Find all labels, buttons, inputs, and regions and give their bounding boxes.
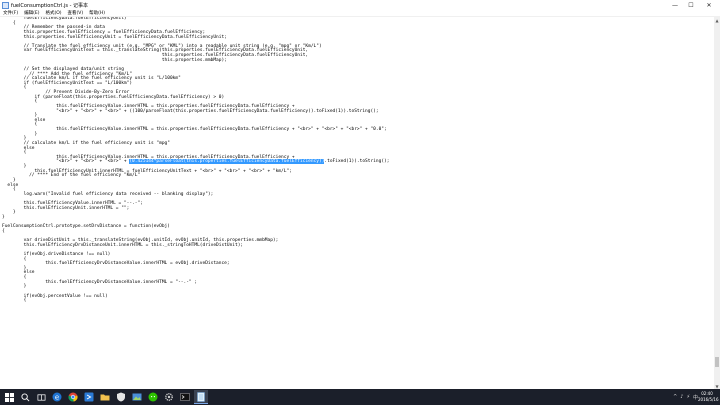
minimize-button[interactable]: — — [668, 0, 682, 10]
shield-icon[interactable] — [114, 390, 128, 404]
scrollbar-thumb[interactable] — [715, 357, 719, 367]
system-tray: ^ ♪ ⚡ 中 — [670, 389, 698, 405]
code-line-text: } — [2, 284, 27, 290]
close-button[interactable]: ✕ — [702, 0, 716, 10]
code-line-text: "<br>" + "<br>" + "<br>" + ((100/parseFl… — [2, 108, 379, 114]
text-editor-area[interactable]: fuelEfficiencyData.fuelEfficiencyUnit) {… — [0, 17, 714, 389]
code-line-text: this.fuelEfficiencyUnit.innerHTML = ""; — [2, 205, 130, 211]
code-line-text: log.warn("Invalid fuel efficiency data r… — [2, 191, 214, 197]
taskbar: e ^ ♪ ⚡ 中 02:40 2016/5/16 — [0, 389, 720, 405]
window-title: fuelConsumptionCtrl.js - 记事本 — [11, 2, 88, 9]
scroll-up-arrow-icon[interactable]: ▲ — [714, 17, 720, 23]
settings-icon[interactable] — [162, 390, 176, 404]
task-view-icon[interactable] — [34, 390, 48, 404]
code-line-text: this.fuelEfficiencyDrvDistanceValue.inne… — [2, 261, 230, 267]
code-line-text: // **** End of the fuel efficiency "Km/L… — [2, 173, 141, 179]
code-line-text: this.fuelEfficiencyDrvDistanceValue.inne… — [2, 279, 198, 285]
code-line-text: FuelConsumptionCtrl.prototype.setDrvDist… — [2, 224, 170, 230]
system-clock[interactable]: 02:40 2016/5/16 — [698, 391, 719, 402]
svg-text:e: e — [55, 394, 59, 402]
power-icon[interactable]: ⚡ — [686, 394, 690, 400]
code-line: { — [2, 298, 714, 304]
image-viewer-icon[interactable] — [130, 390, 144, 404]
menu-bar: 文件(F) 编辑(E) 格式(O) 查看(V) 帮助(H) — [0, 10, 720, 17]
wechat-icon[interactable] — [146, 390, 160, 404]
notepad-icon[interactable] — [194, 390, 208, 404]
maximize-button[interactable]: ☐ — [684, 0, 698, 10]
code-line-text: this.properties.fuelEfficiencyUnit = fue… — [2, 34, 227, 40]
code-line-text: } — [2, 214, 5, 220]
code-text: fuelEfficiencyData.fuelEfficiencyUnit) {… — [0, 17, 714, 304]
notepad-app-icon — [2, 1, 9, 9]
code-line-text: this.properties.mmbMap); — [2, 57, 227, 63]
tray-expand-icon[interactable]: ^ — [673, 394, 677, 400]
code-line-text: fuelEfficiencyData.fuelEfficiencyUnit) — [2, 17, 127, 21]
chrome-icon[interactable] — [66, 390, 80, 404]
menu-edit[interactable]: 编辑(E) — [24, 10, 39, 16]
search-icon[interactable] — [18, 390, 32, 404]
menu-view[interactable]: 查看(V) — [68, 10, 84, 16]
menu-format[interactable]: 格式(O) — [45, 10, 61, 16]
windows-start-icon[interactable] — [2, 390, 16, 404]
edge-browser-icon[interactable]: e — [50, 390, 64, 404]
volume-icon[interactable]: ♪ — [680, 394, 683, 400]
menu-file[interactable]: 文件(F) — [3, 10, 18, 16]
menu-help[interactable]: 帮助(H) — [89, 10, 105, 16]
vscode-icon[interactable] — [82, 390, 96, 404]
file-explorer-icon[interactable] — [98, 390, 112, 404]
clock-date: 2016/5/16 — [698, 396, 719, 402]
code-line-text: { — [2, 228, 5, 234]
window-titlebar[interactable]: fuelConsumptionCtrl.js - 记事本 — ☐ ✕ — [0, 0, 720, 10]
code-line-text: this.fuelEfficiencyDrvDistanceUnit.inner… — [2, 242, 244, 248]
selected-text: (0.425144*parseFloat(this.properties.fue… — [129, 159, 325, 165]
code-line-text: this.fuelEfficiencyValue.innerHTML = thi… — [2, 127, 387, 132]
code-line-text: { — [2, 298, 27, 304]
code-line-text-after: .toFixed(1)).toString(); — [324, 159, 390, 165]
vertical-scrollbar[interactable]: ▲ ▼ — [714, 17, 720, 389]
terminal-icon[interactable] — [178, 390, 192, 404]
